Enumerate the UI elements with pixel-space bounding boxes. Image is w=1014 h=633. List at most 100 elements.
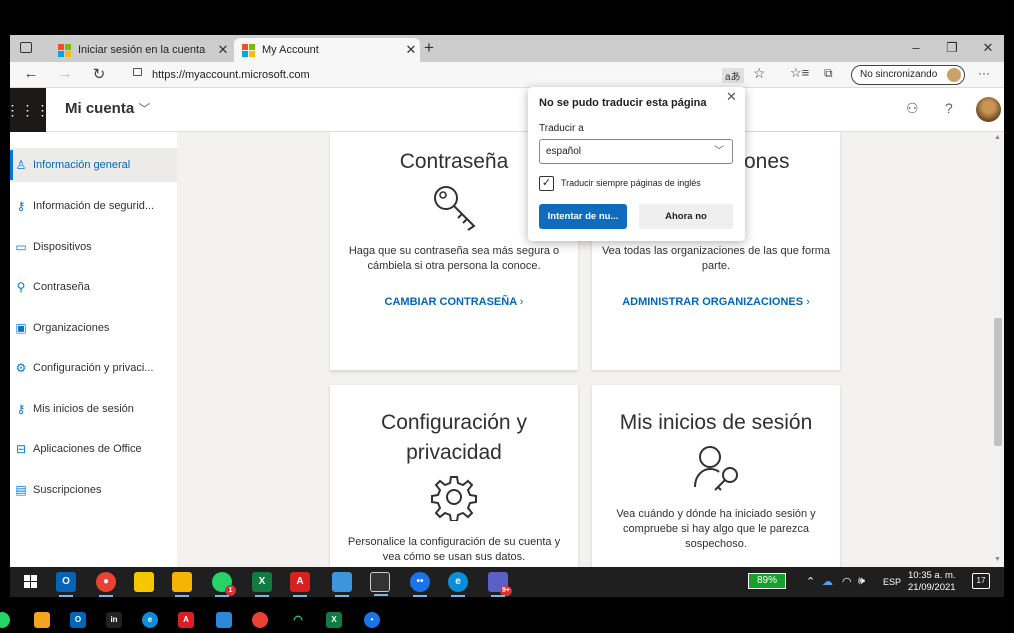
minimize-icon[interactable]: – xyxy=(906,40,926,55)
sidebar-item-security-info[interactable]: ⚷ Información de segurid... xyxy=(10,189,177,223)
whatsapp-icon[interactable]: 1 xyxy=(212,572,236,597)
card-description: Vea todas las organizaciones de las que … xyxy=(601,245,831,272)
chrome-icon[interactable]: ● xyxy=(96,572,116,597)
favorites-icon[interactable]: ☆≡ xyxy=(790,65,809,81)
lock-icon[interactable] xyxy=(133,68,142,76)
outlook-icon[interactable]: O xyxy=(70,612,86,628)
terminal-icon[interactable] xyxy=(370,572,390,596)
sidebar-item-overview[interactable]: ♙ Información general xyxy=(10,148,177,182)
teams-icon[interactable]: 9+ xyxy=(488,572,512,597)
sidebar: ♙ Información general ⚷ Información de s… xyxy=(10,132,177,567)
app-launcher-icon[interactable]: ⋮⋮⋮ xyxy=(10,88,50,132)
close-window-icon[interactable]: ✕ xyxy=(978,40,998,56)
stacks-icon[interactable] xyxy=(34,612,50,628)
meet-icon[interactable]: • xyxy=(364,612,380,628)
favorite-star-icon[interactable]: ☆ xyxy=(753,65,766,82)
settings-privacy-card: Configuración y privacidad Personalice l… xyxy=(330,385,578,567)
card-title-line2: privacidad xyxy=(406,441,502,464)
not-now-button[interactable]: Ahora no xyxy=(639,204,733,229)
sidebar-item-sign-ins[interactable]: ⚷ Mis inicios de sesión xyxy=(10,392,177,426)
sidebar-item-password[interactable]: ⚲ Contraseña xyxy=(10,270,177,304)
profile-sync-button[interactable]: No sincronizando xyxy=(851,65,965,85)
key-icon xyxy=(434,186,476,231)
card-title: Mis inicios de sesión xyxy=(619,411,813,434)
card-title: Configuración y privacidad xyxy=(330,408,578,468)
close-icon[interactable]: ✕ xyxy=(214,42,232,58)
always-translate-checkbox[interactable]: ✓ xyxy=(539,176,554,191)
edge-icon[interactable]: e xyxy=(142,612,158,628)
selected-language: español xyxy=(546,146,582,157)
briefcase-icon: ▣ xyxy=(15,321,27,335)
screenshot-icon[interactable] xyxy=(332,572,352,597)
sticky-notes-icon[interactable] xyxy=(134,572,154,592)
collections-icon[interactable]: ⧉ xyxy=(824,66,833,81)
sidebar-item-devices[interactable]: ▭ Dispositivos xyxy=(10,230,177,264)
linkedin-icon[interactable]: in xyxy=(106,612,122,628)
translate-popup: No se pudo traducir esta página ✕ Traduc… xyxy=(528,87,745,241)
more-icon[interactable]: ··· xyxy=(978,66,990,80)
show-hidden-icons-icon[interactable]: ⌃ xyxy=(806,575,815,588)
maximize-icon[interactable]: ❐ xyxy=(942,40,962,56)
file-explorer-icon[interactable] xyxy=(172,572,192,597)
tab-sign-in[interactable]: Iniciar sesión en la cuenta ✕ xyxy=(50,38,232,62)
sidebar-item-label: Información de segurid... xyxy=(33,200,155,212)
manage-organizations-link[interactable]: ADMINISTRAR ORGANIZACIONES › xyxy=(592,296,840,308)
sidebar-item-label: Mis inicios de sesión xyxy=(33,403,134,415)
snipping-tool-icon[interactable] xyxy=(216,612,232,628)
microsoft-logo-icon xyxy=(242,44,255,57)
retry-translate-button[interactable]: Intentar de nu... xyxy=(539,204,627,229)
forward-icon[interactable]: → xyxy=(54,65,76,82)
teams-badge: 9+ xyxy=(500,586,512,596)
close-icon[interactable]: ✕ xyxy=(726,89,737,105)
whatsapp-badge: 1 xyxy=(225,585,236,596)
sign-in-icon: ⚷ xyxy=(16,402,26,416)
chevron-right-icon: › xyxy=(806,296,810,308)
acrobat-icon[interactable]: A xyxy=(178,612,194,628)
onedrive-icon[interactable]: ☁ xyxy=(822,575,833,588)
edge-icon[interactable]: e xyxy=(448,572,468,597)
notification-center-icon[interactable]: 17 xyxy=(972,573,990,589)
language-select[interactable]: español ﹀ xyxy=(539,139,733,164)
language-indicator[interactable]: ESP xyxy=(883,577,901,587)
battery-indicator[interactable]: 89% xyxy=(748,573,786,589)
tab-actions-icon[interactable] xyxy=(20,42,32,53)
excel-icon[interactable]: X xyxy=(326,612,342,628)
gear-icon: ⚙ xyxy=(15,361,27,375)
sidebar-item-label: Suscripciones xyxy=(33,484,102,496)
back-icon[interactable]: ← xyxy=(20,65,42,82)
sidebar-item-settings-privacy[interactable]: ⚙ Configuración y privaci... xyxy=(10,351,177,385)
clock[interactable]: 10:35 a. m. 21/09/2021 xyxy=(908,570,956,594)
meet-icon[interactable]: •• xyxy=(410,572,430,597)
sidebar-item-subscriptions[interactable]: ▤ Suscripciones xyxy=(10,473,177,507)
change-password-link[interactable]: CAMBIAR CONTRASEÑA › xyxy=(330,296,578,308)
card-title: ones xyxy=(744,150,790,173)
card-title-line1: Configuración y xyxy=(381,411,527,434)
help-icon[interactable]: ? xyxy=(945,100,953,116)
security-info-icon: ⚷ xyxy=(16,199,26,213)
chevron-right-icon: › xyxy=(519,296,524,308)
page-scrollbar[interactable]: ▲ ▼ xyxy=(992,132,1004,567)
chrome-icon[interactable] xyxy=(252,612,268,628)
wifi-icon[interactable]: ◠ xyxy=(290,612,306,628)
windows-start-icon[interactable] xyxy=(20,572,40,592)
scroll-up-icon[interactable]: ▲ xyxy=(994,134,1001,141)
sidebar-item-office-apps[interactable]: ⊟ Aplicaciones de Office xyxy=(10,432,177,466)
browser-window: Iniciar sesión en la cuenta ✕ My Account… xyxy=(10,35,1004,567)
refresh-icon[interactable]: ↻ xyxy=(88,65,110,83)
tab-my-account[interactable]: My Account ✕ xyxy=(234,38,420,62)
sidebar-item-organizations[interactable]: ▣ Organizaciones xyxy=(10,311,177,345)
close-icon[interactable]: ✕ xyxy=(402,42,420,58)
scroll-down-icon[interactable]: ▼ xyxy=(994,556,1001,563)
app-title-menu[interactable]: Mi cuenta ﹀ xyxy=(65,100,150,117)
read-aloud-icon[interactable]: aあ xyxy=(722,68,744,83)
new-tab-button[interactable]: + xyxy=(424,38,434,58)
outlook-icon[interactable]: O xyxy=(56,572,76,597)
volume-icon[interactable]: 🕪 xyxy=(858,575,865,588)
scrollbar-thumb[interactable] xyxy=(994,318,1002,446)
wifi-icon[interactable]: ◠ xyxy=(842,575,852,588)
org-chart-icon[interactable]: ⚇ xyxy=(906,100,919,117)
acrobat-icon[interactable]: A xyxy=(290,572,310,597)
user-avatar[interactable] xyxy=(976,97,1001,122)
excel-icon[interactable]: X xyxy=(252,572,272,597)
whatsapp-icon[interactable] xyxy=(0,612,10,628)
